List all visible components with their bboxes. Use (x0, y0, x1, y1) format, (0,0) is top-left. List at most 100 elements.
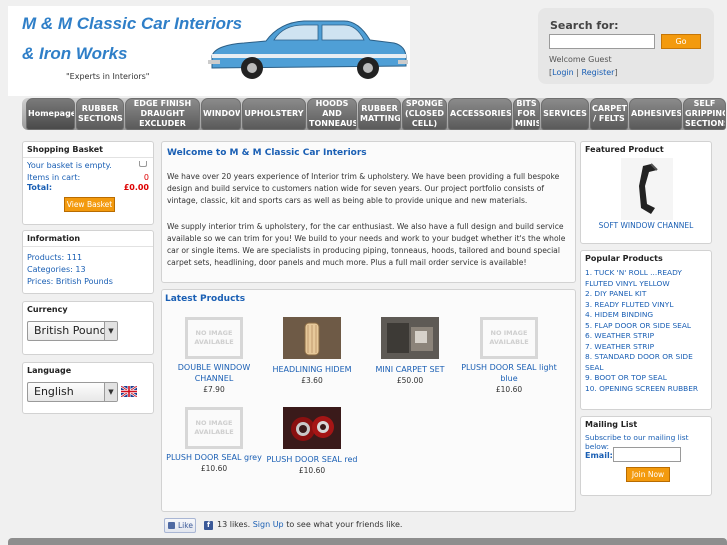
currency-select[interactable]: British Pounds ▼ (27, 321, 118, 341)
product-name-link[interactable]: PLUSH DOOR SEAL grey (166, 452, 262, 463)
view-basket-button[interactable]: View Basket (64, 197, 115, 212)
product-photo[interactable] (381, 317, 439, 359)
currency-title: Currency (27, 305, 68, 314)
welcome-paragraph-1: We have over 20 years experience of Inte… (167, 172, 560, 205)
product-card[interactable]: MINI CARPET SET £50.00 (362, 317, 458, 385)
chevron-down-icon: ▼ (104, 383, 117, 401)
nav-self-gripping[interactable]: SELF GRIPPING SECTIONS (683, 98, 726, 130)
information-box: Information Products: 111 Categories: 13… (22, 230, 154, 294)
featured-product-link[interactable]: SOFT WINDOW CHANNEL (581, 221, 711, 230)
search-title: Search for: (550, 19, 619, 32)
information-title: Information (23, 231, 153, 247)
product-card[interactable]: PLUSH DOOR SEAL red £10.60 (264, 407, 360, 475)
latest-products-box: Latest Products NO IMAGE AVAILABLE DOUBLE… (161, 289, 576, 512)
bracket-close: ] (614, 68, 618, 77)
product-name-link[interactable]: DOUBLE WINDOW CHANNEL (166, 362, 262, 384)
categories-count: Categories: 13 (27, 265, 86, 274)
list-item[interactable]: 6. WEATHER STRIP (585, 331, 707, 342)
basket-title: Shopping Basket (23, 142, 153, 158)
nav-bits-for-minis[interactable]: BITS FOR MINIS (513, 98, 540, 130)
account-links: [Login | Register] (549, 68, 618, 77)
list-item[interactable]: 4. HIDEM BINDING (585, 310, 707, 321)
list-item[interactable]: 3. READY FLUTED VINYL (585, 300, 707, 311)
list-item[interactable]: 1. TUCK 'N' ROLL ...READY FLUTED VINYL Y… (585, 268, 707, 289)
join-now-button[interactable]: Join Now (626, 467, 670, 482)
nav-accessories[interactable]: ACCESSORIES (448, 98, 512, 130)
nav-adhesives[interactable]: ADHESIVES (629, 98, 682, 130)
nav-carpet-felts[interactable]: CARPET / FELTS (590, 98, 628, 130)
list-item[interactable]: 7. WEATHER STRIP (585, 342, 707, 353)
welcome-title: Welcome to M & M Classic Car Interiors (167, 148, 367, 158)
product-card[interactable]: HEADLINING HIDEM £3.60 (264, 317, 360, 385)
product-name-link[interactable]: HEADLINING HIDEM (264, 364, 360, 375)
main-nav: Homepage RUBBER SECTIONS EDGE FINISH DRA… (22, 98, 726, 130)
product-photo[interactable] (283, 317, 341, 359)
nav-rubber-sections[interactable]: RUBBER SECTIONS (76, 98, 124, 130)
featured-product-photo[interactable] (621, 158, 673, 220)
list-item[interactable]: 2. DIY PANEL KIT (585, 289, 707, 300)
shopping-basket-box: Shopping Basket Your basket is empty. It… (22, 141, 154, 225)
popular-products-box: Popular Products 1. TUCK 'N' ROLL ...REA… (580, 250, 712, 410)
email-field[interactable] (613, 447, 681, 462)
nav-hoods-tonneaus[interactable]: HOODS AND TONNEAUS (307, 98, 357, 130)
sign-up-link[interactable]: Sign Up (253, 520, 284, 529)
nav-window[interactable]: WINDOW (201, 98, 241, 130)
language-select[interactable]: English ▼ (27, 382, 118, 402)
latest-products-title: Latest Products (165, 294, 246, 304)
no-image-placeholder[interactable]: NO IMAGE AVAILABLE (185, 407, 243, 449)
list-item[interactable]: 5. FLAP DOOR OR SIDE SEAL (585, 321, 707, 332)
uk-flag-icon[interactable] (121, 386, 137, 397)
product-card[interactable]: NO IMAGE AVAILABLE PLUSH DOOR SEAL grey £… (166, 407, 262, 473)
list-item[interactable]: 9. BOOT OR TOP SEAL (585, 373, 707, 384)
login-link[interactable]: Login (552, 68, 574, 77)
like-label: Like (178, 521, 193, 530)
logo-tagline: "Experts in Interiors" (66, 72, 150, 81)
product-price: £50.00 (396, 376, 424, 385)
product-price: £7.90 (203, 385, 225, 394)
search-panel: Search for: Go Welcome Guest [Login | Re… (538, 8, 714, 84)
language-title: Language (27, 366, 72, 375)
nav-services[interactable]: SERVICES (541, 98, 589, 130)
mailing-title: Mailing List (585, 420, 638, 429)
featured-title: Featured Product (585, 145, 664, 154)
likes-text: 13 likes. Sign Up to see what your frien… (217, 520, 402, 529)
likes-count: 13 likes. (217, 520, 251, 529)
items-in-cart-value: 0 (143, 173, 149, 182)
basket-icon (139, 161, 147, 167)
nav-edge-finish[interactable]: EDGE FINISH DRAUGHT EXCLUDER (125, 98, 200, 130)
nav-upholstery[interactable]: UPHOLSTERY (242, 98, 306, 130)
products-count: Products: 111 (27, 253, 83, 262)
link-separator: | (576, 68, 579, 77)
search-go-button[interactable]: Go (661, 34, 701, 49)
facebook-like-button[interactable]: Like (164, 518, 196, 533)
nav-sponge[interactable]: SPONGE (CLOSED CELL) (402, 98, 447, 130)
search-input[interactable] (549, 34, 655, 49)
mailing-list-box: Mailing List Subscribe to our mailing li… (580, 416, 712, 496)
currency-box: Currency British Pounds ▼ (22, 301, 154, 355)
logo-title-line2: & Iron Works (22, 44, 128, 63)
welcome-box: Welcome to M & M Classic Car Interiors W… (161, 141, 576, 283)
site-logo[interactable]: M & M Classic Car Interiors & Iron Works… (8, 6, 410, 96)
no-image-placeholder[interactable]: NO IMAGE AVAILABLE (480, 317, 538, 359)
list-item[interactable]: 10. OPENING SCREEN RUBBER (585, 384, 707, 395)
nav-homepage[interactable]: Homepage (26, 98, 75, 130)
featured-product-box: Featured Product SOFT WINDOW CHANNEL (580, 141, 712, 244)
footer-bar (8, 538, 727, 545)
register-link[interactable]: Register (582, 68, 615, 77)
product-card[interactable]: NO IMAGE AVAILABLE DOUBLE WINDOW CHANNEL … (166, 317, 262, 394)
product-name-link[interactable]: PLUSH DOOR SEAL red (264, 454, 360, 465)
email-label: Email: (585, 451, 613, 460)
product-name-link[interactable]: MINI CARPET SET (362, 364, 458, 375)
no-image-placeholder[interactable]: NO IMAGE AVAILABLE (185, 317, 243, 359)
chevron-down-icon: ▼ (104, 322, 117, 340)
likes-suffix: to see what your friends like. (286, 520, 403, 529)
basket-empty-text: Your basket is empty. (27, 161, 112, 170)
language-box: Language English ▼ (22, 362, 154, 414)
nav-rubber-matting[interactable]: RUBBER MATTING (358, 98, 401, 130)
product-name-link[interactable]: PLUSH DOOR SEAL light blue (461, 362, 557, 384)
product-card[interactable]: NO IMAGE AVAILABLE PLUSH DOOR SEAL light … (461, 317, 557, 394)
product-price: £3.60 (301, 376, 323, 385)
product-photo[interactable] (283, 407, 341, 449)
list-item[interactable]: 8. STANDARD DOOR OR SIDE SEAL (585, 352, 707, 373)
basket-total-label: Total: (27, 183, 53, 192)
